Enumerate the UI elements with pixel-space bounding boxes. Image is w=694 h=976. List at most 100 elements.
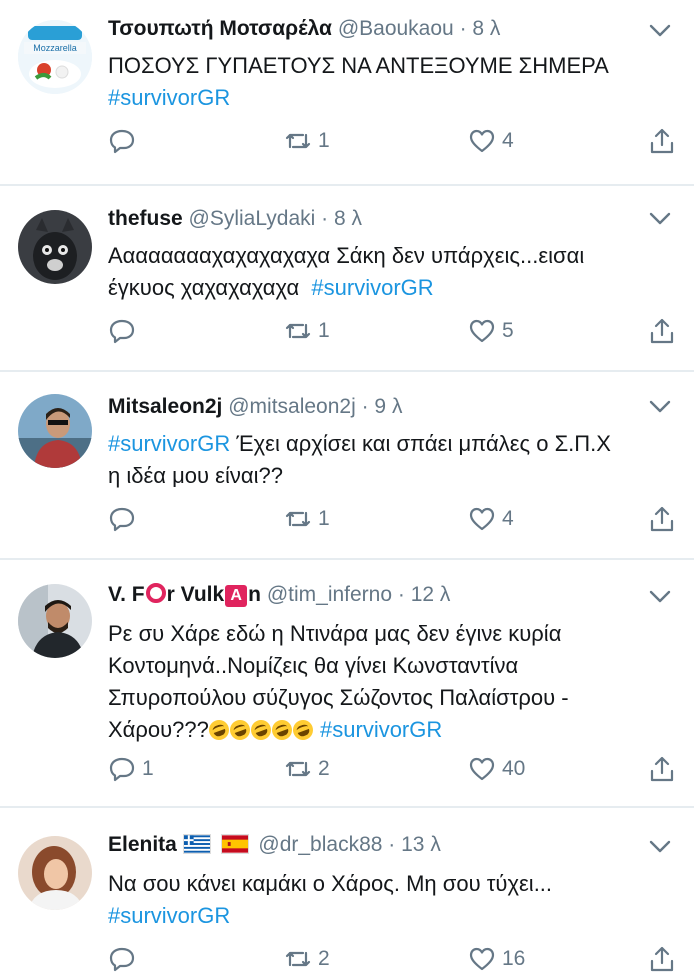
tweet-text: #survivorGR Έχει αρχίσει και σπάει μπάλε… (108, 428, 668, 492)
share-button[interactable] (648, 124, 676, 158)
like-count: 40 (502, 757, 526, 780)
chevron-down-icon[interactable] (646, 392, 674, 420)
like-count: 4 (502, 129, 514, 152)
tweet[interactable]: Mozzarella Τσουπωτή Μοτσαρέλα @Baoukaou … (0, 0, 694, 185)
retweet-icon (285, 133, 311, 149)
avatar[interactable]: Mozzarella (18, 20, 92, 94)
author-handle[interactable]: @Baoukaou (338, 17, 454, 40)
tweet-text-line: Ααααααααχαχαχαχαχα Σάκη δεν υπάρχεις...ε… (108, 243, 585, 268)
chevron-down-icon[interactable] (646, 582, 674, 610)
reply-icon (109, 757, 135, 782)
share-icon (650, 756, 674, 782)
retweet-count: 2 (318, 757, 330, 780)
author-name[interactable]: V. F r Vulk An (108, 583, 261, 607)
author-name[interactable]: Τσουπωτή Μοτσαρέλα (108, 17, 332, 40)
author-name[interactable]: Elenita (108, 833, 177, 856)
tweet-text-line: Έχει αρχίσει και σπάει μπάλες ο Σ.Π.Χ (230, 431, 611, 456)
retweet-icon (285, 761, 311, 777)
share-button[interactable] (648, 942, 676, 976)
reply-button[interactable] (108, 314, 142, 348)
chevron-down-icon[interactable] (646, 16, 674, 44)
share-icon (650, 318, 674, 344)
reply-button[interactable] (108, 502, 142, 536)
greece-flag-icon (182, 834, 211, 854)
retweet-button[interactable]: 2 (284, 752, 330, 786)
tweet-text-line: Ρε συ Χάρε εδώ η Ντινάρα μας δεν έγινε κ… (108, 621, 562, 646)
share-icon (650, 946, 674, 972)
rofl-emoji-icon (248, 717, 274, 743)
like-button[interactable]: 4 (468, 502, 514, 536)
like-icon (469, 507, 495, 531)
avatar[interactable] (18, 394, 92, 468)
like-count: 16 (502, 947, 526, 970)
author-name-part: r Vulk (166, 583, 225, 606)
tweet-time: · 12 λ (397, 583, 451, 606)
chevron-down-icon[interactable] (646, 832, 674, 860)
tweet-text: ΠΟΣΟΥΣ ΓΥΠΑΕΤΟΥΣ ΝΑ ΑΝΤΕΞΟΥΜΕ ΣΗΜΕΡΑ #su… (108, 50, 668, 114)
author-handle[interactable]: @SyliaLydaki (189, 207, 316, 230)
tweet[interactable]: Mitsaleon2j @mitsaleon2j · 9 λ #survivor… (0, 372, 694, 558)
tweet[interactable]: V. F r Vulk An @tim_inferno · 12 λ Ρε συ Χ… (0, 560, 694, 806)
like-icon (469, 947, 495, 971)
tweet-text-line: έγκυος χαχαχαχαχα (108, 275, 300, 300)
tweet[interactable]: thefuse @SyliaLydaki · 8 λ Ααααααααχαχαχ… (0, 186, 694, 370)
reply-button[interactable]: 1 (108, 752, 154, 786)
tweet[interactable]: Elenita @dr_black88 · 13 λ Να σου κάνει … (0, 808, 694, 972)
like-button[interactable]: 40 (468, 752, 525, 786)
chevron-down-icon[interactable] (646, 204, 674, 232)
retweet-icon (285, 511, 311, 527)
avatar[interactable] (18, 210, 92, 284)
reply-button[interactable] (108, 124, 142, 158)
tweet-time: · 8 λ (459, 17, 501, 40)
hashtag-link[interactable]: #survivorGR (320, 717, 442, 742)
author-name[interactable]: Mitsaleon2j (108, 395, 222, 418)
hashtag-link[interactable]: #survivorGR (311, 275, 433, 300)
share-icon (650, 128, 674, 154)
avatar[interactable] (18, 584, 92, 658)
hashtag-link[interactable]: #survivorGR (108, 900, 668, 932)
reply-icon (109, 319, 135, 344)
rofl-emoji-icon (227, 717, 253, 743)
avatar[interactable] (18, 836, 92, 910)
author-handle[interactable]: @tim_inferno (267, 583, 392, 606)
share-icon (650, 506, 674, 532)
tweet-text-line: Χάρου??? (108, 717, 209, 742)
share-button[interactable] (648, 752, 676, 786)
retweet-button[interactable]: 1 (284, 314, 330, 348)
like-icon (469, 757, 495, 781)
tweet-text: Να σου κάνει καμάκι ο Χάρος. Μη σου τύχε… (108, 868, 668, 932)
rofl-emoji-icon (206, 717, 232, 743)
retweet-button[interactable]: 2 (284, 942, 330, 976)
tweet-text: Ρε συ Χάρε εδώ η Ντινάρα μας δεν έγινε κ… (108, 618, 668, 746)
hashtag-link[interactable]: #survivorGR (108, 82, 668, 114)
retweet-button[interactable]: 1 (284, 502, 330, 536)
tweet-text-line: η ιδέα μου είναι?? (108, 463, 283, 488)
tweet-time: · 13 λ (388, 833, 441, 856)
rofl-emoji-icon (290, 717, 316, 743)
author-handle[interactable]: @dr_black88 (258, 833, 382, 856)
rofl-emoji-icon (269, 717, 295, 743)
author-name[interactable]: thefuse (108, 207, 183, 230)
retweet-count: 1 (318, 319, 330, 342)
share-button[interactable] (648, 314, 676, 348)
like-count: 5 (502, 319, 514, 342)
retweet-icon (285, 951, 311, 967)
like-button[interactable]: 4 (468, 124, 514, 158)
share-button[interactable] (648, 502, 676, 536)
reply-icon (109, 947, 135, 972)
spain-flag-icon (220, 834, 249, 854)
retweet-button[interactable]: 1 (284, 124, 330, 158)
a-button-emoji: A (225, 585, 248, 607)
author-handle[interactable]: @mitsaleon2j (228, 395, 356, 418)
author-name-part: n (248, 583, 261, 606)
like-button[interactable]: 5 (468, 314, 514, 348)
hashtag-link[interactable]: #survivorGR (108, 431, 230, 456)
tweet-text-line: Να σου κάνει καμάκι ο Χάρος. Μη σου τύχε… (108, 871, 553, 896)
reply-button[interactable] (108, 942, 142, 976)
red-circle-icon (145, 583, 166, 603)
retweet-count: 1 (318, 507, 330, 530)
like-button[interactable]: 16 (468, 942, 525, 976)
retweet-count: 2 (318, 947, 330, 970)
avatar-label: Mozzarella (33, 43, 77, 53)
tweet-text-line: ΠΟΣΟΥΣ ΓΥΠΑΕΤΟΥΣ ΝΑ ΑΝΤΕΞΟΥΜΕ ΣΗΜΕΡΑ (108, 53, 609, 78)
